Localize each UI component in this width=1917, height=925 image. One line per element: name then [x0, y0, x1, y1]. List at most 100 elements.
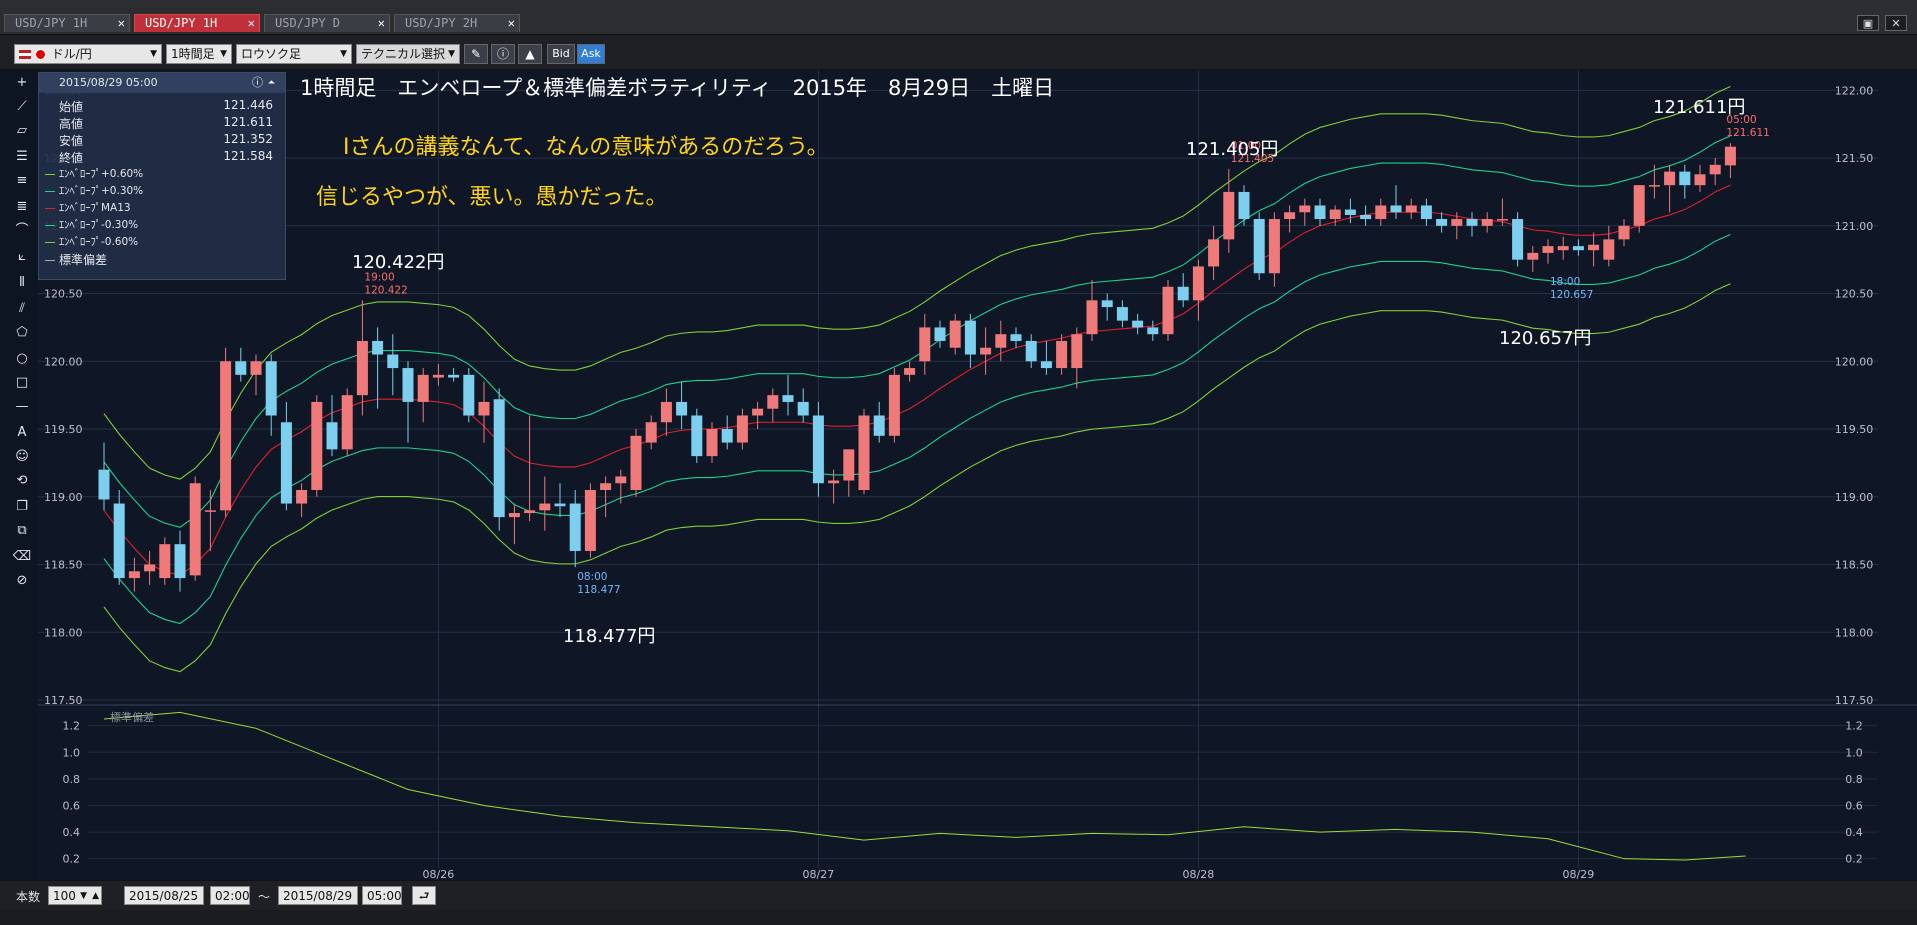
legend-label: ｴﾝﾍﾞﾛｰﾌﾟ-0.30%: [59, 219, 139, 231]
candle-body: [1496, 219, 1508, 221]
candle-body: [1542, 246, 1554, 253]
tab-close-icon[interactable]: ✕: [378, 15, 385, 32]
candle-body: [1010, 334, 1022, 341]
candle-body: [1664, 171, 1676, 186]
std-tick-label: 1.2: [1845, 720, 1863, 733]
candle-body: [1192, 266, 1204, 301]
tab-usdjpy-1h[interactable]: USD/JPY 1H ✕: [4, 14, 130, 32]
circle-icon[interactable]: ○: [11, 348, 33, 370]
legend-item: ｴﾝﾍﾞﾛｰﾌﾟMA13: [45, 200, 131, 215]
line-icon[interactable]: ⟋: [11, 96, 33, 118]
info-icon[interactable]: ⓘ: [252, 73, 263, 93]
duplicate-icon[interactable]: ⧉: [11, 520, 33, 542]
legend-item: ｴﾝﾍﾞﾛｰﾌﾟ-0.60%: [45, 234, 138, 249]
text-icon[interactable]: A: [11, 422, 33, 444]
candle-body: [1709, 164, 1721, 175]
candle-body: [1116, 307, 1128, 321]
arc-icon[interactable]: ⌒: [11, 220, 33, 242]
maximize-icon[interactable]: ▣: [1857, 15, 1879, 31]
rectangle-icon[interactable]: □: [11, 372, 33, 394]
candle-body: [1603, 239, 1615, 260]
candle-body: [1512, 219, 1524, 260]
timeframe-select[interactable]: 1時間足 ▼: [166, 44, 232, 64]
collapse-icon[interactable]: ⏶: [268, 73, 275, 93]
technical-select[interactable]: テクニカル選択 ▼: [356, 44, 460, 64]
charttype-select[interactable]: ロウソク足 ▼: [236, 44, 352, 64]
candle-body: [1724, 146, 1736, 166]
x-tick-label: 08/27: [803, 868, 835, 880]
candle-body: [128, 571, 140, 579]
candle-body: [250, 361, 262, 375]
candle-body: [736, 415, 748, 443]
to-time-input[interactable]: 05:00: [362, 886, 402, 905]
to-date-input[interactable]: 2015/08/29: [278, 886, 358, 905]
pair-select[interactable]: ドル/円 ▼: [14, 44, 162, 64]
candle-body: [1557, 246, 1569, 251]
std-tick-label-left: 1.0: [63, 746, 81, 759]
hline-icon[interactable]: —: [11, 396, 33, 418]
from-date-input[interactable]: 2015/08/25: [124, 886, 204, 905]
pitchfork-icon[interactable]: ⫽: [11, 298, 33, 320]
hlines-dense-icon[interactable]: ≣: [11, 196, 33, 218]
legend-label: ｴﾝﾍﾞﾛｰﾌﾟMA13: [59, 202, 131, 214]
tab-label: USD/JPY D: [275, 16, 341, 30]
tab-usdjpy-1h-active[interactable]: USD/JPY 1H ✕: [134, 14, 260, 32]
ruler-icon[interactable]: ▱: [11, 120, 33, 142]
tab-close-icon[interactable]: ✕: [248, 15, 255, 32]
std-tick-label-left: 0.8: [63, 773, 81, 786]
candle-body: [1451, 219, 1463, 226]
fan-icon[interactable]: ⟀: [11, 246, 33, 268]
tab-close-icon[interactable]: ✕: [508, 15, 515, 32]
eraser-all-icon[interactable]: ⊘: [11, 570, 33, 592]
area-chart-icon[interactable]: ▲: [518, 44, 542, 64]
candle-body: [934, 327, 946, 341]
count-select[interactable]: 100 ▼ ▲: [48, 886, 102, 905]
candle-body: [1344, 209, 1356, 215]
ohlc-label: 安値: [59, 134, 84, 148]
marker-value: 121.611: [1726, 127, 1769, 139]
rotate-icon[interactable]: ⟲: [11, 470, 33, 492]
chevron-down-icon: ▼: [220, 49, 227, 59]
info-panel: 2015/08/29 05:00 ⓘ ⏶ 始値 121.446 高値 121.6…: [38, 72, 286, 280]
ask-button[interactable]: Ask: [577, 44, 605, 64]
ohlc-value: 121.352: [223, 132, 273, 146]
y-tick-label-left: 120.00: [44, 355, 83, 368]
pen-icon[interactable]: ✎: [464, 44, 488, 64]
crosshair-icon[interactable]: +: [11, 72, 33, 94]
bid-button[interactable]: Bid: [547, 44, 575, 64]
candle-body: [691, 415, 703, 457]
legend-label: ｴﾝﾍﾞﾛｰﾌﾟ-0.60%: [59, 236, 139, 248]
legend-label: 標準偏差: [59, 253, 108, 267]
candle-body: [432, 374, 444, 378]
candle-body: [980, 347, 992, 355]
ohlc-label: 高値: [59, 117, 84, 131]
polygon-icon[interactable]: ⬠: [11, 322, 33, 344]
emoji-icon[interactable]: ☺: [11, 446, 33, 468]
info-icon[interactable]: ⓘ: [491, 44, 515, 64]
eraser-icon[interactable]: ⌫: [11, 546, 33, 568]
y-tick-label: 118.50: [1835, 559, 1874, 572]
tab-usdjpy-2h[interactable]: USD/JPY 2H ✕: [394, 14, 520, 32]
hlines-icon[interactable]: ☰: [11, 146, 33, 168]
chart[interactable]: 122.00122.00121.50121.50121.00121.00120.…: [38, 70, 1917, 880]
candle-body: [1253, 219, 1265, 274]
close-icon[interactable]: ✕: [1885, 15, 1907, 31]
candle-body: [1527, 252, 1539, 260]
tab-close-icon[interactable]: ✕: [118, 15, 125, 32]
y-tick-label: 120.00: [1835, 355, 1874, 368]
candle-body: [1238, 191, 1250, 220]
reload-icon[interactable]: ⮐: [412, 886, 436, 905]
from-time-input[interactable]: 02:00: [210, 886, 250, 905]
candle-body: [189, 483, 201, 576]
y-tick-label: 118.00: [1835, 626, 1874, 639]
candle-body: [858, 415, 870, 490]
copy-icon[interactable]: ❐: [11, 496, 33, 518]
info-panel-header: 2015/08/29 05:00 ⓘ ⏶: [39, 73, 285, 93]
tab-usdjpy-d[interactable]: USD/JPY D ✕: [264, 14, 390, 32]
marker-time: 19:00: [364, 271, 394, 283]
chevron-down-icon: ▼: [150, 49, 157, 59]
candle-body: [569, 503, 581, 551]
candle-body: [949, 320, 961, 348]
parallel-lines-icon[interactable]: ≡: [11, 170, 33, 192]
vlines-icon[interactable]: ⦀: [11, 272, 33, 294]
